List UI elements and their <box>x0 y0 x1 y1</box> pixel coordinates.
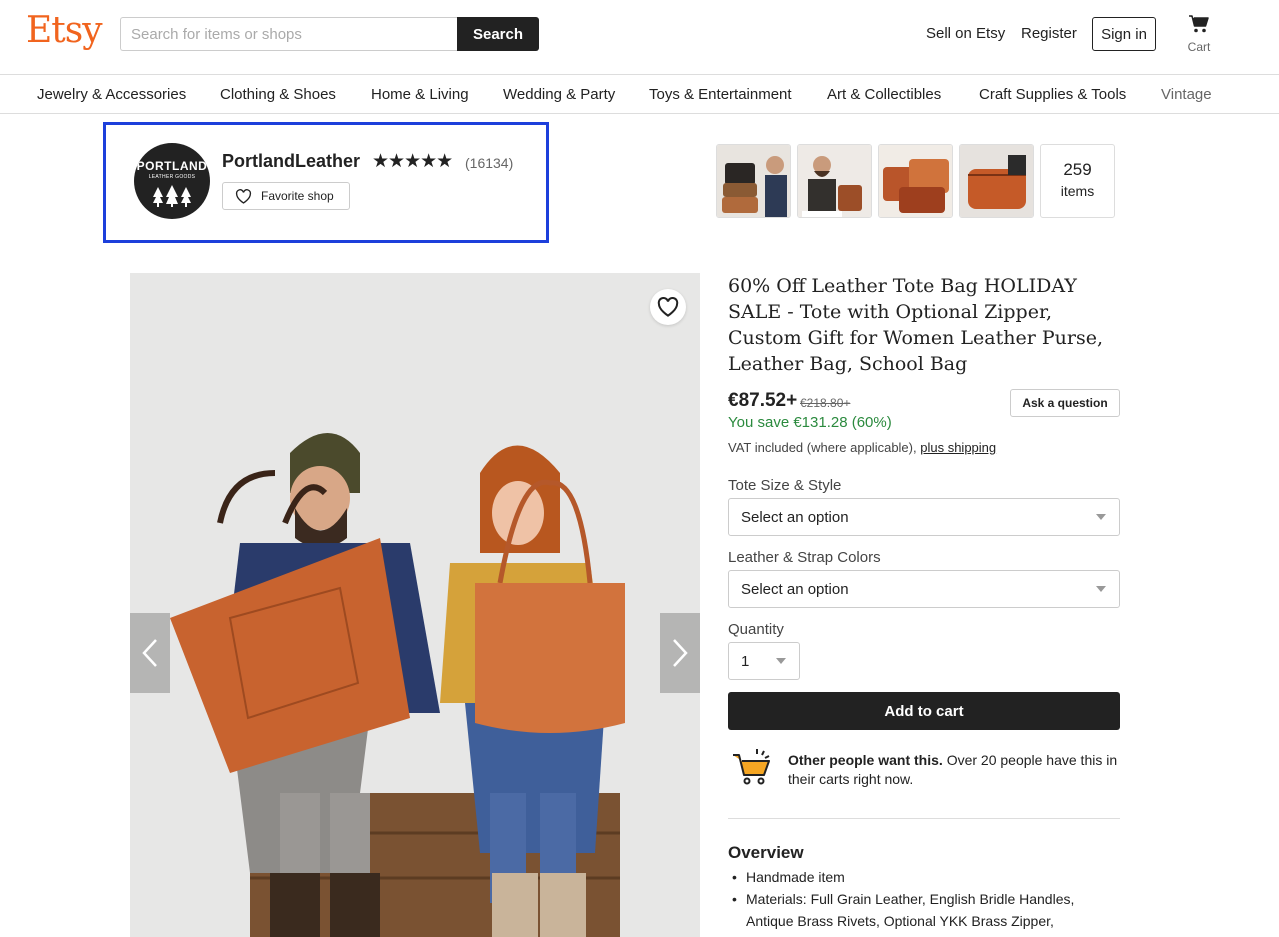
shipping-link[interactable]: plus shipping <box>920 440 996 455</box>
shop-thumbnail-1[interactable] <box>716 144 791 218</box>
category-wedding-party[interactable]: Wedding & Party <box>503 86 615 103</box>
site-header: Etsy Search Sell on Etsy Register Sign i… <box>0 0 1279 75</box>
chevron-down-icon <box>1096 586 1106 592</box>
category-nav: Jewelry & Accessories Clothing & Shoes H… <box>0 75 1279 114</box>
shop-thumbnail-4[interactable] <box>959 144 1034 218</box>
quantity-label: Quantity <box>728 621 784 638</box>
leather-color-label: Leather & Strap Colors <box>728 549 881 566</box>
tote-size-select[interactable]: Select an option <box>728 498 1120 536</box>
leather-color-select[interactable]: Select an option <box>728 570 1120 608</box>
category-craft-supplies-tools[interactable]: Craft Supplies & Tools <box>979 86 1126 103</box>
add-to-cart-button[interactable]: Add to cart <box>728 692 1120 730</box>
shop-items-count[interactable]: 259 items <box>1040 144 1115 218</box>
search-button[interactable]: Search <box>457 17 539 51</box>
cart-button[interactable]: Cart <box>1183 14 1215 54</box>
category-vintage[interactable]: Vintage <box>1161 86 1212 103</box>
chevron-down-icon <box>776 658 786 664</box>
listing-price: €87.52+ <box>728 390 798 411</box>
shop-name[interactable]: PortlandLeather <box>222 151 360 172</box>
shop-thumbnail-2[interactable] <box>797 144 872 218</box>
shop-review-count[interactable]: (16134) <box>465 155 513 171</box>
items-count-number: 259 <box>1063 160 1092 179</box>
sell-on-etsy-link[interactable]: Sell on Etsy <box>926 25 1005 42</box>
shop-logo-text: PORTLAND <box>136 159 208 173</box>
search-input[interactable] <box>120 17 458 51</box>
ask-question-button[interactable]: Ask a question <box>1010 389 1120 417</box>
cart-label: Cart <box>1187 40 1211 54</box>
search-bar: Search <box>120 17 539 51</box>
sign-in-button[interactable]: Sign in <box>1092 17 1156 51</box>
busy-cart-icon <box>733 749 770 785</box>
listing-main-image[interactable] <box>130 273 700 937</box>
listing-savings: You save €131.28 (60%) <box>728 414 892 431</box>
overview-item: Handmade item <box>728 866 1120 888</box>
listing-title: 60% Off Leather Tote Bag HOLIDAY SALE - … <box>728 275 1103 375</box>
items-count-label: items <box>1060 183 1095 199</box>
chevron-right-icon <box>673 639 688 667</box>
category-toys-entertainment[interactable]: Toys & Entertainment <box>649 86 792 103</box>
cart-icon <box>1189 15 1209 33</box>
chevron-left-icon <box>142 639 157 667</box>
tote-size-label: Tote Size & Style <box>728 477 842 494</box>
overview-heading: Overview <box>728 843 804 862</box>
favorite-shop-label: Favorite shop <box>261 189 334 203</box>
category-art-collectibles[interactable]: Art & Collectibles <box>827 86 941 103</box>
register-link[interactable]: Register <box>1021 25 1077 42</box>
vat-text: VAT included (where applicable), <box>728 440 917 455</box>
category-clothing-shoes[interactable]: Clothing & Shoes <box>220 86 336 103</box>
image-next-button[interactable] <box>660 613 700 693</box>
overview-item: Materials: Full Grain Leather, English B… <box>728 888 1120 932</box>
section-divider <box>728 818 1120 819</box>
category-jewelry-accessories[interactable]: Jewelry & Accessories <box>37 86 186 103</box>
listing-original-price: €218.80+ <box>800 396 851 410</box>
demand-message: Other people want this. Over 20 people h… <box>788 751 1122 789</box>
shop-thumbnail-3[interactable] <box>878 144 953 218</box>
vat-info: VAT included (where applicable), plus sh… <box>728 440 996 455</box>
tote-size-value: Select an option <box>741 508 849 526</box>
chevron-down-icon <box>1096 514 1106 520</box>
etsy-logo[interactable]: Etsy <box>26 10 103 51</box>
overview-list: Handmade item Materials: Full Grain Leat… <box>728 866 1120 932</box>
demand-bold: Other people want this. <box>788 752 943 768</box>
favorite-shop-button[interactable]: Favorite shop <box>222 182 350 210</box>
shop-avatar[interactable]: PORTLAND LEATHER GOODS <box>134 143 210 219</box>
category-home-living[interactable]: Home & Living <box>371 86 469 103</box>
favorite-listing-button[interactable] <box>650 289 686 325</box>
leather-color-value: Select an option <box>741 580 849 598</box>
trees-icon <box>153 185 191 207</box>
heart-icon <box>657 297 679 317</box>
quantity-select[interactable]: 1 <box>728 642 800 680</box>
quantity-value: 1 <box>741 652 750 670</box>
shop-rating-stars: ★★★★★ <box>372 151 453 172</box>
image-prev-button[interactable] <box>130 613 170 693</box>
heart-icon <box>235 188 252 204</box>
shop-logo-subtext: LEATHER GOODS <box>148 174 196 180</box>
